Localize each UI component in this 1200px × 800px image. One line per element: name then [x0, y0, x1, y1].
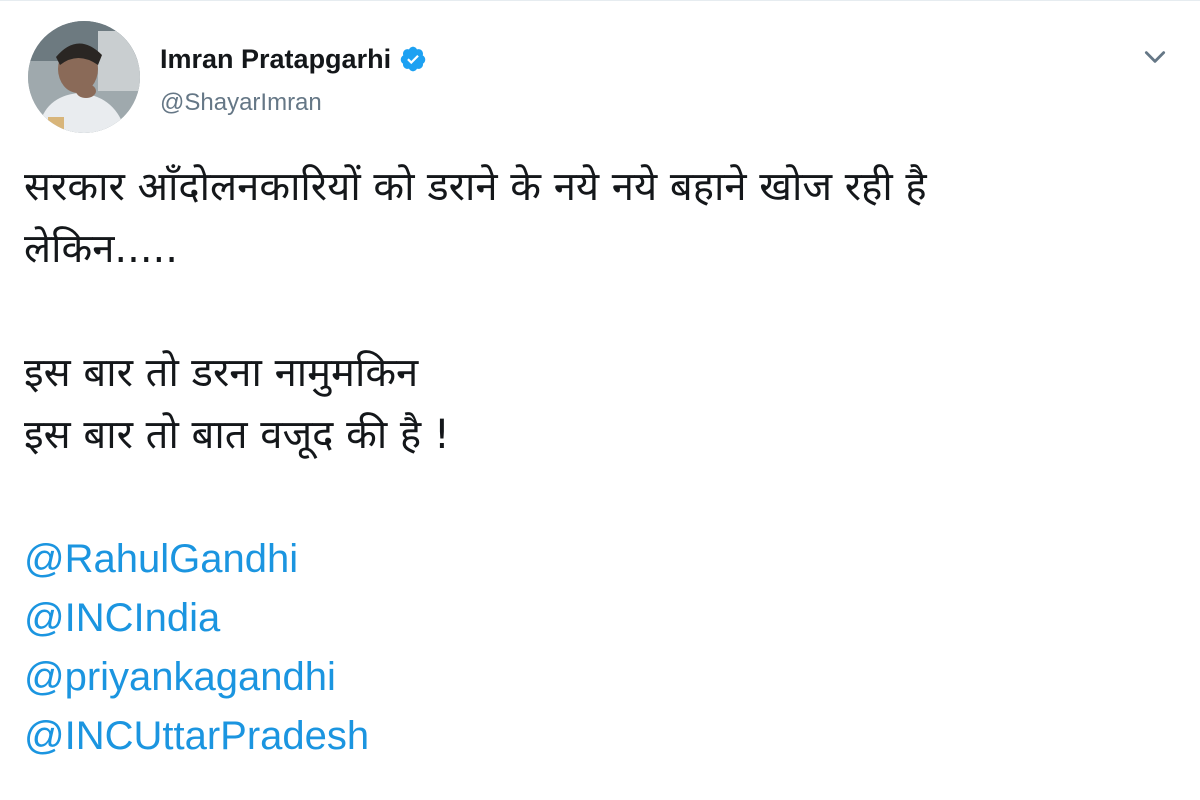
author-handle[interactable]: @ShayarImran — [160, 89, 322, 117]
tweet-line: सरकार आँदोलनकारियों को डराने के नये नये … — [24, 164, 927, 210]
tweet-line: इस बार तो बात वजूद की है ! — [24, 412, 450, 458]
tweet-card: Imran Pratapgarhi @ShayarImran सरकार आँद… — [0, 0, 1200, 800]
avatar[interactable] — [28, 21, 140, 133]
mention-link[interactable]: @priyankagandhi — [24, 648, 1164, 707]
mention-list: @RahulGandhi @INCIndia @priyankagandhi @… — [24, 530, 1164, 766]
mention-link[interactable]: @INCUttarPradesh — [24, 707, 1164, 766]
tweet-text: सरकार आँदोलनकारियों को डराने के नये नये … — [24, 156, 1164, 766]
tweet-line: लेकिन..... — [24, 226, 178, 272]
display-name[interactable]: Imran Pratapgarhi — [160, 44, 391, 74]
author-name-row: Imran Pratapgarhi — [160, 44, 427, 74]
verified-badge-icon — [400, 46, 426, 72]
chevron-down-icon[interactable] — [1142, 44, 1168, 70]
mention-link[interactable]: @INCIndia — [24, 589, 1164, 648]
avatar-image — [28, 21, 140, 133]
tweet-line: इस बार तो डरना नामुमकिन — [24, 350, 419, 396]
mention-link[interactable]: @RahulGandhi — [24, 530, 1164, 589]
